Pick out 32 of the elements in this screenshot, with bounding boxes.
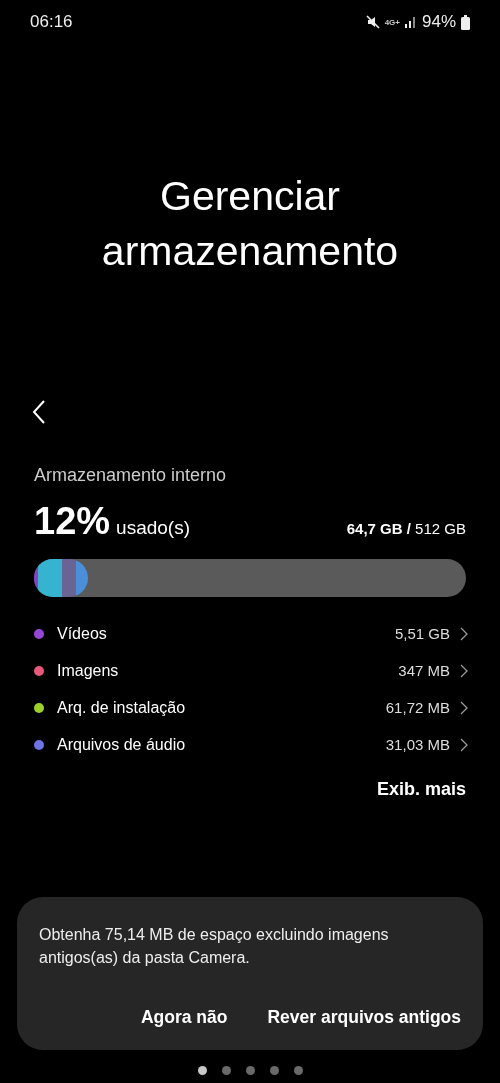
chevron-icon bbox=[460, 700, 468, 715]
category-name[interactable]: Arq. de instalação bbox=[57, 698, 186, 717]
used-percent: 12% bbox=[34, 500, 111, 543]
chevron-icon bbox=[460, 626, 468, 641]
category-size: 5,51 GB bbox=[394, 625, 450, 642]
category-size: 61,72 MB bbox=[385, 699, 450, 716]
category-name[interactable]: Imagens bbox=[57, 661, 119, 680]
show-more-button[interactable]: Exib. mais bbox=[376, 775, 466, 804]
storage-amount: 64,7 GB / 512 GB bbox=[346, 520, 466, 537]
category-size: 31,03 MB bbox=[385, 736, 450, 753]
page-indicator-dot[interactable] bbox=[197, 1066, 207, 1075]
section-heading: Armazenamento interno bbox=[34, 465, 228, 486]
signal-icon bbox=[404, 16, 417, 28]
action-button[interactable]: Agora não bbox=[140, 1007, 228, 1028]
battery-percent: 94% bbox=[421, 12, 456, 32]
chevron-icon bbox=[460, 737, 468, 752]
page-indicator-dot[interactable] bbox=[221, 1066, 231, 1075]
page-indicator-dot[interactable] bbox=[245, 1066, 255, 1075]
action-button[interactable]: Rever arquivos antigos bbox=[267, 1007, 461, 1028]
chevron-icon bbox=[460, 663, 468, 678]
network-label: 4G+ bbox=[384, 17, 400, 27]
battery-icon bbox=[461, 14, 470, 30]
mute-icon bbox=[365, 15, 380, 29]
used-label: usado(s) bbox=[116, 517, 190, 539]
category-size: 347 MB bbox=[398, 662, 450, 679]
page-indicator-dot[interactable] bbox=[293, 1066, 303, 1075]
suggestion-message: Obtenha 75,14 MB de espaço excluindo imagens antigos(as) da pasta Camera. bbox=[39, 925, 390, 968]
status-time: 06:16 bbox=[30, 12, 73, 32]
category-name[interactable]: Arquivos de áudio bbox=[57, 735, 186, 754]
page-title: Gerenciar armazenamento bbox=[100, 172, 400, 276]
category-name[interactable]: Vídeos bbox=[57, 624, 107, 643]
page-indicator-dot[interactable] bbox=[269, 1066, 279, 1075]
